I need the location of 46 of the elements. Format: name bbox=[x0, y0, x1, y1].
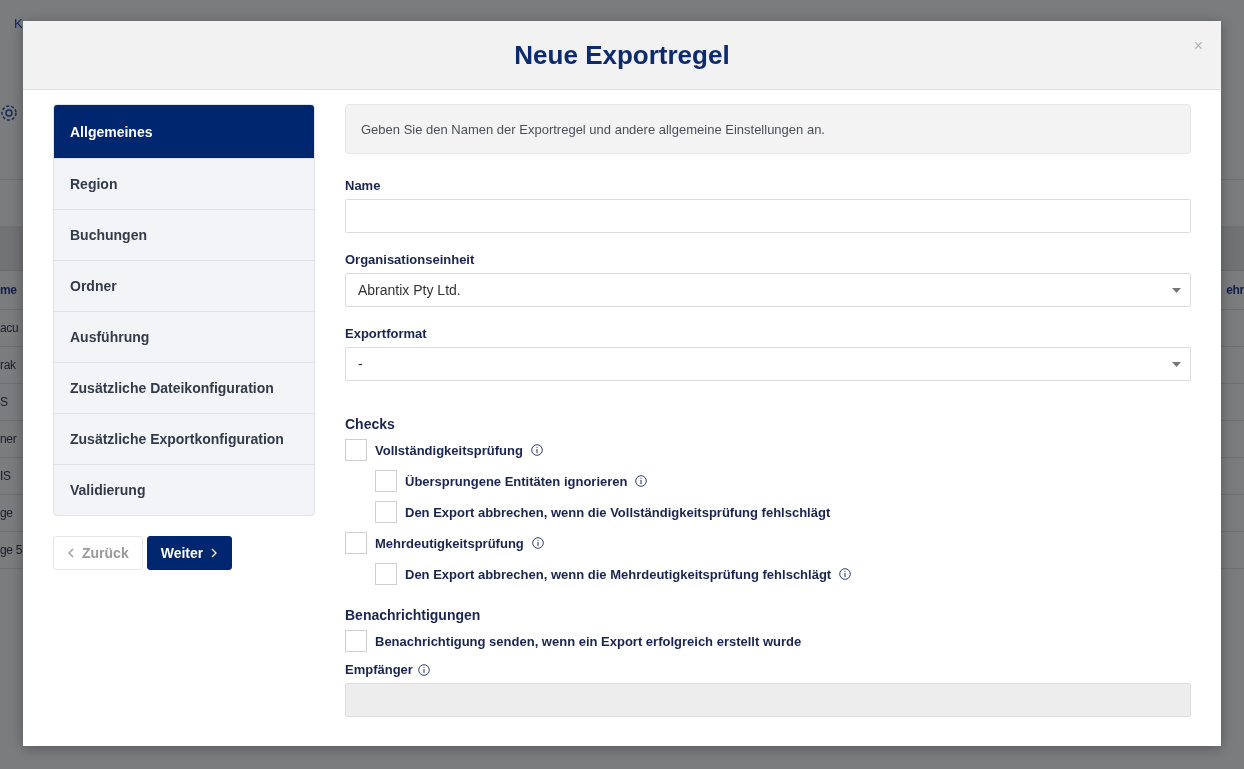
section-title: Checks bbox=[345, 416, 396, 432]
checkbox[interactable] bbox=[375, 470, 397, 492]
table-cell: rak bbox=[0, 358, 16, 372]
step-tab[interactable]: Allgemeines bbox=[54, 105, 314, 158]
dropdown[interactable]: - bbox=[345, 347, 1191, 381]
dropdown[interactable]: Abrantix Pty Ltd. bbox=[345, 273, 1191, 307]
table-cell: ner bbox=[0, 432, 17, 446]
step-tab[interactable]: Ausführung bbox=[54, 311, 314, 362]
table-cell: ge bbox=[0, 506, 13, 520]
table-cell: ge 5 bbox=[0, 543, 23, 557]
checkbox-label: Vollständigkeitsprüfung bbox=[375, 442, 523, 458]
checkbox[interactable] bbox=[375, 563, 397, 585]
step-tab[interactable]: Zusätzliche Exportkonfiguration bbox=[54, 413, 314, 464]
table-cell: IS bbox=[0, 469, 11, 483]
checkbox-label: Mehrdeutigkeitsprüfung bbox=[375, 535, 524, 551]
chevron-left-icon bbox=[67, 548, 75, 558]
caret-icon bbox=[1172, 361, 1181, 367]
info-message: Geben Sie den Namen der Exportregel und andere allgemeine Einstellungen an. bbox=[345, 104, 1191, 154]
field-label: Name bbox=[345, 178, 382, 193]
section-title: Benachrichtigungen bbox=[345, 607, 482, 623]
step-tab[interactable]: Region bbox=[54, 158, 314, 209]
table-cell: S bbox=[0, 395, 8, 409]
step-tab[interactable]: Ordner bbox=[54, 260, 314, 311]
field-label: Exportformat bbox=[345, 326, 428, 341]
field-label: Organisationseinheit bbox=[345, 252, 476, 267]
step-tab[interactable]: Buchungen bbox=[54, 209, 314, 260]
checkbox[interactable] bbox=[375, 501, 397, 523]
checkbox[interactable] bbox=[345, 439, 367, 461]
table-cell: acu bbox=[0, 321, 19, 335]
name-input[interactable] bbox=[345, 199, 1191, 233]
step-tab[interactable]: Zusätzliche Dateikonfiguration bbox=[54, 362, 314, 413]
checkbox[interactable] bbox=[345, 532, 367, 554]
checkbox-label: Benachrichtigung senden, wenn ein Export erfolgreich erstellt wurde bbox=[375, 633, 802, 649]
step-tab[interactable]: Validierung bbox=[54, 464, 314, 515]
table-header: ehr bbox=[1226, 283, 1244, 297]
checkbox-label: Übersprungene Entitäten ignorieren bbox=[405, 473, 628, 489]
next-button[interactable]: Weiter bbox=[146, 536, 233, 570]
gear-icon bbox=[0, 103, 18, 122]
chevron-right-icon bbox=[210, 548, 219, 558]
checkbox-label: Den Export abbrechen, wenn die Vollständigkeitsprüfung fehlschlägt bbox=[405, 504, 831, 520]
checkbox-label: Den Export abbrechen, wenn die Mehrdeutigkeitsprüfung fehlschlägt bbox=[405, 566, 832, 582]
table-header: me bbox=[0, 283, 17, 297]
checkbox[interactable] bbox=[345, 630, 367, 652]
field-label: Empfänger bbox=[345, 662, 413, 677]
dialog-title: Neue Exportregel bbox=[514, 39, 730, 71]
caret-icon bbox=[1172, 287, 1181, 293]
